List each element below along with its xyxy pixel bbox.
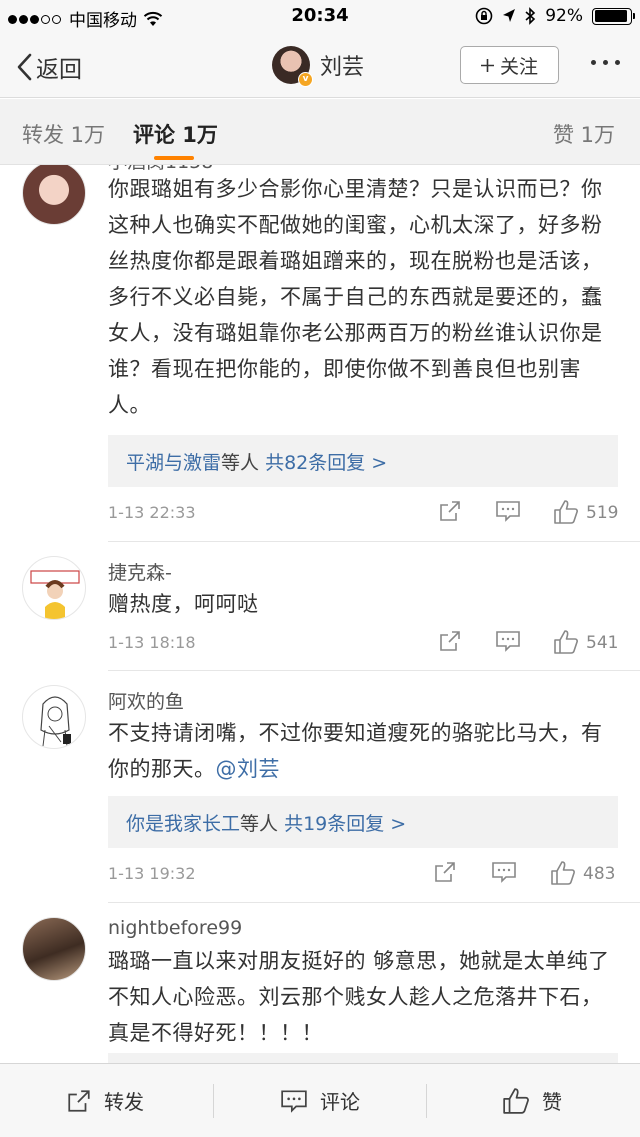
share-icon[interactable] <box>433 860 457 884</box>
reply-count[interactable]: 共19条回复 > <box>284 813 406 835</box>
back-button[interactable]: 返回 <box>16 50 82 84</box>
thumbs-up-icon[interactable] <box>550 860 576 886</box>
comment-text-body: 不支持请闭嘴，不过你要知道瘦死的骆驼比马大，有你的那天。 <box>108 721 603 781</box>
share-icon[interactable] <box>438 499 462 523</box>
navigation-bar: 返回 v 刘芸 关注 <box>0 34 640 98</box>
tab-repost[interactable]: 转发 1万 <box>22 119 105 149</box>
share-icon <box>68 1089 90 1112</box>
comment-item: nightbefore99 璐璐一直以来对朋友挺好的 够意思，她就是太单纯了不知… <box>0 903 640 1063</box>
status-bar: 中国移动 20:34 92% <box>0 0 640 34</box>
comment-meta: 1-13 19:32 483 <box>108 860 620 890</box>
avatar[interactable] <box>22 165 86 225</box>
repost-label: 转发 <box>104 1090 144 1114</box>
comment-text: 璐璐一直以来对朋友挺好的 够意思，她就是太单纯了不知人心险恶。刘云那个贱女人趁人… <box>108 949 610 1045</box>
toolbar-divider <box>426 1084 427 1118</box>
like-label: 赞 <box>542 1090 562 1114</box>
follow-label: 关注 <box>499 55 538 78</box>
location-arrow-icon <box>503 9 516 22</box>
tab-likes[interactable]: 赞 1万 <box>553 119 615 149</box>
active-tab-indicator <box>154 156 194 160</box>
reply-summary[interactable]: 你是我家长工等人 共19条回复 > <box>108 796 618 848</box>
page-title: 刘芸 <box>320 55 365 80</box>
comment-username[interactable]: 捷克森- <box>108 558 172 585</box>
follow-button[interactable]: 关注 <box>460 46 559 84</box>
comment-text: 你跟璐姐有多少合影你心里清楚？只是认识而已？你这种人也确实不配做她的闺蜜，心机太… <box>108 177 603 417</box>
comment-button[interactable]: 评论 <box>280 1086 360 1115</box>
comment-username[interactable]: 阿欢的鱼 <box>108 687 184 714</box>
avatar[interactable] <box>22 917 86 981</box>
battery-fill <box>594 10 627 22</box>
status-right: 92% <box>475 6 635 26</box>
comment-meta: 1-13 22:33 519 <box>108 499 620 529</box>
like-count: 541 <box>586 633 619 653</box>
comment-icon[interactable] <box>491 860 517 884</box>
repost-button[interactable]: 转发 <box>66 1086 144 1115</box>
reply-users[interactable]: 你是我家长工 <box>126 813 240 835</box>
thumbs-up-icon[interactable] <box>553 499 579 525</box>
share-icon[interactable] <box>438 629 462 653</box>
like-count: 483 <box>583 864 616 884</box>
avatar-illustration <box>30 570 80 619</box>
reply-suffix: 等人 <box>240 813 279 835</box>
avatar[interactable] <box>22 685 86 749</box>
bluetooth-icon <box>525 7 536 25</box>
thumbs-up-icon <box>503 1087 529 1114</box>
verified-icon: v <box>298 72 313 87</box>
comment-username[interactable]: nightbefore99 <box>108 917 242 939</box>
plus-icon <box>480 58 494 72</box>
battery-percent: 92% <box>545 6 583 26</box>
bottom-toolbar: 转发 评论 赞 <box>0 1063 640 1137</box>
back-chevron-icon <box>17 53 32 81</box>
reply-suffix: 等人 <box>221 452 260 474</box>
comment-icon[interactable] <box>495 499 521 523</box>
thumbs-up-icon[interactable] <box>553 629 579 655</box>
mention-link[interactable]: @刘芸 <box>216 757 281 781</box>
comment-text: 不支持请闭嘴，不过你要知道瘦死的骆驼比马大，有你的那天。@刘芸 <box>108 715 618 787</box>
like-count: 519 <box>586 503 619 523</box>
comment-icon[interactable] <box>495 629 521 653</box>
comment-meta: 1-13 18:18 541 <box>108 629 620 659</box>
comment-label: 评论 <box>320 1090 360 1114</box>
comment-time: 1-13 22:33 <box>108 503 196 522</box>
avatar[interactable]: v <box>272 46 313 87</box>
profile-header[interactable]: v 刘芸 <box>272 46 365 87</box>
reply-summary[interactable] <box>108 1053 618 1063</box>
reply-summary[interactable]: 平湖与激雷等人 共82条回复 > <box>108 435 618 487</box>
more-dots-icon[interactable] <box>591 60 620 65</box>
avatar-illustration <box>40 696 71 747</box>
comment-time: 1-13 19:32 <box>108 864 196 883</box>
comment-text: 赠热度，呵呵哒 <box>108 592 259 616</box>
toolbar-divider <box>213 1084 214 1118</box>
back-label: 返回 <box>36 57 82 83</box>
comment-time: 1-13 18:18 <box>108 633 196 652</box>
like-button[interactable]: 赞 <box>502 1086 562 1115</box>
tab-comments[interactable]: 评论 1万 <box>133 119 218 149</box>
reply-users[interactable]: 平湖与激雷 <box>126 452 221 474</box>
battery-icon <box>592 7 635 25</box>
comment-list[interactable]: 小酒窝1158 你跟璐姐有多少合影你心里清楚？只是认识而已？你这种人也确实不配做… <box>0 165 640 1063</box>
avatar[interactable] <box>22 556 86 620</box>
lock-rotation-icon <box>475 7 493 25</box>
tab-bar: 转发 1万 评论 1万 赞 1万 <box>0 99 640 165</box>
reply-count[interactable]: 共82条回复 > <box>265 452 387 474</box>
comment-icon <box>281 1089 307 1113</box>
